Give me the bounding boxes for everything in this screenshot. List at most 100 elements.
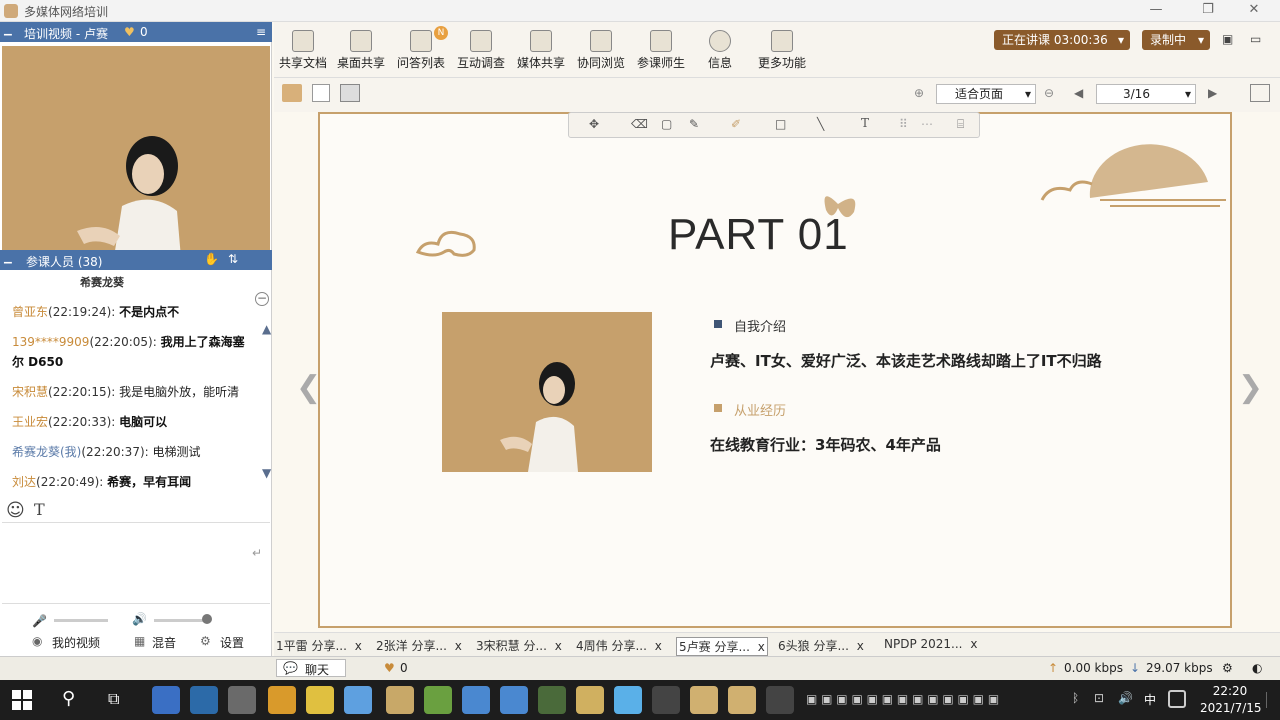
settings-button[interactable]: 设置	[220, 634, 244, 651]
maximize-icon[interactable]: ❐	[1198, 2, 1218, 20]
mix-button[interactable]: 混音	[152, 634, 176, 651]
ie-icon[interactable]	[152, 686, 180, 714]
app-icon[interactable]	[538, 686, 566, 714]
close-icon[interactable]: x	[758, 640, 765, 654]
redo-icon[interactable]: ⋯	[921, 117, 933, 131]
app-icon[interactable]	[766, 686, 794, 714]
task-view-icon[interactable]: ⧉	[108, 689, 119, 709]
close-icon[interactable]: x	[555, 639, 562, 653]
slide-next-arrow-icon[interactable]: ❯	[1238, 370, 1263, 405]
emoji-icon[interactable]: ☺	[6, 500, 25, 521]
heart-icon[interactable]: ♥	[124, 25, 135, 39]
move-icon[interactable]: ✥	[589, 117, 599, 131]
app-icon[interactable]	[190, 686, 218, 714]
page-select[interactable]: 3/16 ▾	[1096, 84, 1196, 104]
doc-tab[interactable]: 6头狼 分享... x	[778, 637, 864, 654]
participants-bar[interactable]: ▁ 参课人员 (38) ✋ ⇅	[0, 250, 272, 270]
text-icon[interactable]: T	[861, 116, 869, 130]
heart-icon[interactable]: ♥	[384, 661, 395, 675]
next-page-icon[interactable]: ▶	[1208, 86, 1217, 100]
app-icon[interactable]	[576, 686, 604, 714]
prev-page-icon[interactable]: ◀	[1074, 86, 1083, 100]
zoom-in-icon[interactable]: ⊕	[914, 86, 924, 100]
camera-icon[interactable]: ◉	[32, 634, 42, 648]
network-icon[interactable]: ⚙	[1222, 661, 1233, 675]
folder-icon[interactable]	[282, 84, 302, 102]
status-icon[interactable]: ◐	[1252, 661, 1262, 675]
mic-icon[interactable]: 🎤	[32, 614, 47, 628]
more-button[interactable]: 更多功能	[754, 30, 810, 76]
collapse-icon[interactable]: ▁	[4, 253, 12, 264]
my-video-button[interactable]: 我的视频	[52, 634, 100, 651]
participants-button[interactable]: 参课师生	[636, 30, 686, 76]
mix-icon[interactable]: ▦	[134, 634, 145, 648]
cobrowse-button[interactable]: 协同浏览	[576, 30, 626, 76]
expand-icon[interactable]	[1250, 84, 1270, 102]
desktop-share-button[interactable]: 桌面共享	[336, 30, 386, 76]
windows-start-icon[interactable]	[12, 690, 32, 710]
line-icon[interactable]: ╲	[817, 117, 824, 131]
select-icon[interactable]: ▢	[661, 117, 672, 131]
save-doc-icon[interactable]	[312, 84, 330, 102]
share-doc-button[interactable]: 共享文档	[278, 30, 328, 76]
fullscreen-icon[interactable]: ▭	[1250, 32, 1261, 46]
app-icon[interactable]	[228, 686, 256, 714]
clock[interactable]: 22:20 2021/7/15	[1200, 684, 1262, 715]
ime-indicator[interactable]: 中	[1144, 691, 1156, 708]
highlighter-icon[interactable]: ✐	[731, 117, 741, 131]
minimize-icon[interactable]: —	[1146, 2, 1166, 20]
gear-icon[interactable]: ⚙	[200, 634, 211, 648]
sort-icon[interactable]: ⇅	[228, 252, 238, 266]
app-icon[interactable]	[728, 686, 756, 714]
rectangle-icon[interactable]: □	[775, 117, 786, 131]
mic-slider[interactable]	[54, 619, 108, 622]
app-icon[interactable]	[268, 686, 296, 714]
fit-select[interactable]: 适合页面 ▾	[936, 84, 1036, 104]
eraser-icon[interactable]: ⌫	[631, 117, 648, 131]
app-icon[interactable]	[690, 686, 718, 714]
app-icon[interactable]	[652, 686, 680, 714]
folder-icon[interactable]	[386, 686, 414, 714]
doc-tab[interactable]: 4周伟 分享... x	[576, 637, 662, 654]
lecture-status[interactable]: 正在讲课 03:00:36 ▾	[994, 30, 1130, 50]
app-icon[interactable]	[500, 686, 528, 714]
volume-knob[interactable]	[202, 614, 212, 624]
bluetooth-icon[interactable]: ᛒ	[1072, 691, 1079, 705]
search-icon[interactable]: ⚲	[62, 688, 75, 709]
media-share-button[interactable]: 媒体共享	[516, 30, 566, 76]
chat-input[interactable]	[2, 522, 270, 604]
doc-tab[interactable]: 2张洋 分享... x	[376, 637, 462, 654]
close-icon[interactable]: x	[655, 639, 662, 653]
info-button[interactable]: 信息	[700, 30, 740, 76]
close-icon[interactable]: x	[455, 639, 462, 653]
app-icon[interactable]	[614, 686, 642, 714]
text-format-icon[interactable]: T	[34, 500, 45, 519]
recording-button[interactable]: 录制中 ▾	[1142, 30, 1210, 50]
close-icon[interactable]: ✕	[1244, 2, 1264, 20]
scroll-up-icon[interactable]: ▲	[262, 322, 271, 336]
tray-icons[interactable]: ▣ ▣ ▣ ▣ ▣ ▣ ▣ ▣ ▣ ▣ ▣ ▣ ▣	[806, 692, 999, 706]
undo-icon[interactable]: ⠿	[899, 117, 908, 131]
close-icon[interactable]: x	[970, 637, 977, 651]
chat-tab[interactable]: 💬 聊天	[276, 659, 346, 677]
send-icon[interactable]: ↵	[252, 546, 262, 560]
show-desktop[interactable]	[1266, 692, 1274, 708]
app-icon[interactable]	[306, 686, 334, 714]
screenshot-icon[interactable]	[340, 84, 360, 102]
doc-tab[interactable]: 1平雷 分享... x	[276, 637, 362, 654]
scroll-down-icon[interactable]: ▼	[262, 466, 271, 480]
doc-tab[interactable]: 3宋积慧 分... x	[476, 637, 562, 654]
clear-icon[interactable]: ⌸	[957, 117, 964, 132]
layout-icon[interactable]: ▣	[1222, 32, 1233, 46]
app-icon[interactable]	[344, 686, 372, 714]
doc-tab[interactable]: NPDP 2021... x	[884, 637, 977, 651]
close-icon[interactable]: x	[857, 639, 864, 653]
hand-icon[interactable]: ✋	[204, 252, 219, 266]
close-icon[interactable]: x	[355, 639, 362, 653]
volume-icon[interactable]: 🔊	[1118, 691, 1133, 705]
app-icon[interactable]	[462, 686, 490, 714]
doc-tab-active[interactable]: 5卢赛 分享... x	[676, 637, 768, 656]
pen-icon[interactable]: ✎	[689, 117, 699, 131]
speaker-icon[interactable]: 🔊	[132, 612, 147, 626]
collapse-icon[interactable]: ▁	[4, 25, 12, 36]
